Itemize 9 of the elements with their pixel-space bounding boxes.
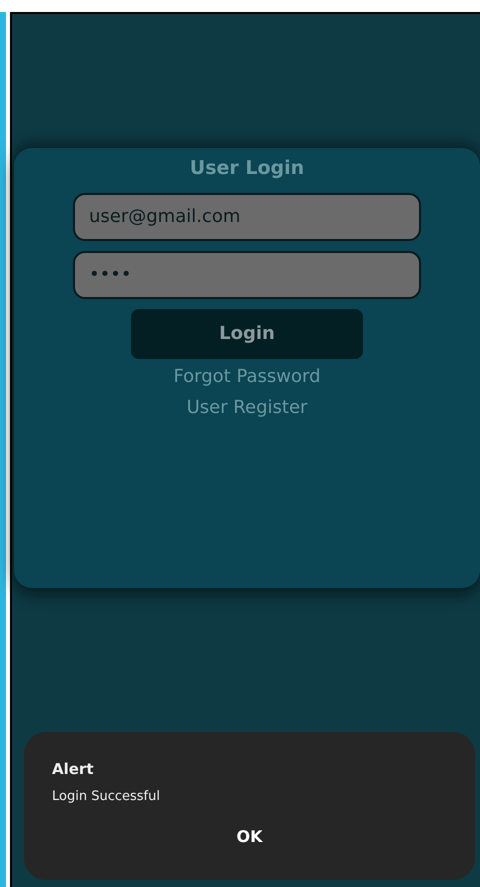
- text-link[interactable]: User Register: [186, 394, 308, 420]
- login-button[interactable]: Login: [131, 308, 363, 358]
- dialog-message: Login Successful: [52, 788, 161, 806]
- ok-button[interactable]: OK: [230, 824, 268, 850]
- email-field[interactable]: user@gmail.com: [73, 192, 421, 240]
- card-title: User Login: [190, 156, 304, 181]
- dialog-title: Alert: [52, 759, 94, 780]
- text-link[interactable]: Forgot Password: [173, 362, 321, 390]
- password-field[interactable]: ••••: [73, 250, 421, 298]
